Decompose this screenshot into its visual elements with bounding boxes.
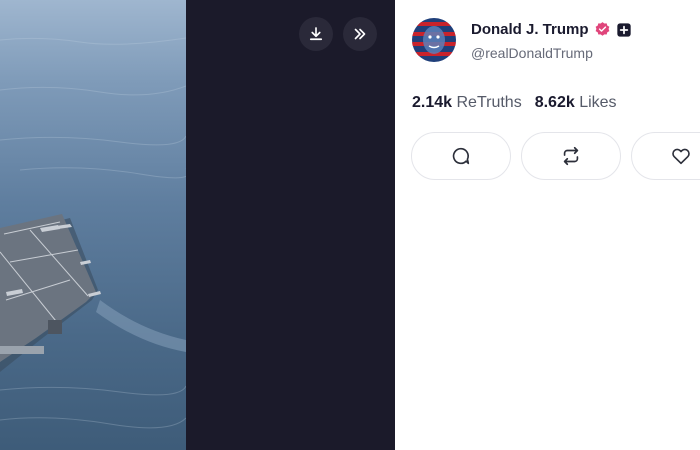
profile-handle[interactable]: @realDonaldTrump — [471, 45, 593, 61]
profile-name[interactable]: Donald J. Trump — [471, 21, 589, 38]
post-actions — [411, 132, 700, 180]
likes-count: 8.62k — [534, 94, 575, 111]
profile-name-row: Donald J. Trump — [471, 21, 632, 38]
truth-post-viewer: Donald J. Trump @realDonaldTrump 2.14k R… — [0, 0, 700, 450]
retruths-count: 2.14k — [412, 94, 453, 111]
verified-badge-icon — [595, 22, 609, 36]
avatar[interactable] — [412, 18, 456, 62]
reply-icon — [452, 147, 470, 165]
media-side-panel — [186, 0, 395, 450]
likes-label: Likes — [579, 94, 617, 111]
retruths-label: ReTruths — [456, 94, 522, 111]
post-media-image[interactable] — [0, 0, 186, 450]
download-button[interactable] — [299, 17, 333, 51]
expand-panel-button[interactable] — [343, 17, 377, 51]
avatar-image — [412, 18, 456, 62]
reply-button[interactable] — [411, 132, 511, 180]
retruth-button[interactable] — [521, 132, 621, 180]
double-chevron-right-icon — [354, 28, 366, 40]
plus-square-icon — [616, 22, 631, 37]
post-stats: 2.14k ReTruths 8.62k Likes — [412, 94, 617, 112]
retruths-stat[interactable]: 2.14k ReTruths — [412, 94, 522, 112]
like-button[interactable] — [631, 132, 700, 180]
aircraft-carrier-image — [0, 37, 186, 429]
likes-stat[interactable]: 8.62k Likes — [535, 94, 617, 112]
retruth-icon — [563, 146, 579, 166]
heart-icon — [672, 148, 690, 165]
download-icon — [309, 27, 323, 41]
post-details-panel: Donald J. Trump @realDonaldTrump 2.14k R… — [395, 0, 700, 450]
